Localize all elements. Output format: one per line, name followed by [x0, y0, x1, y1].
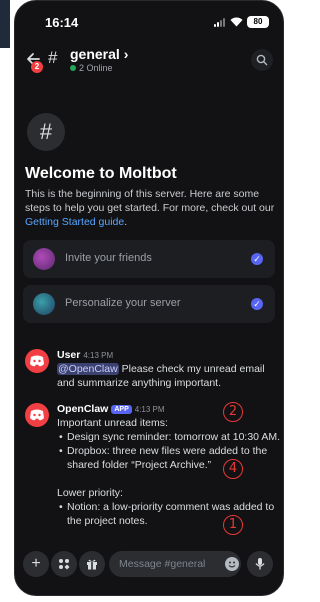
- message-list: Design sync reminder: tomorrow at 10:30 …: [57, 430, 283, 472]
- online-count: 2 Online: [79, 63, 113, 73]
- list-item: Notion: a low-priority comment was added…: [57, 500, 283, 528]
- battery-indicator: 80: [247, 16, 269, 28]
- unread-badge: 2: [31, 61, 43, 73]
- channel-icon: #: [27, 113, 65, 151]
- discord-logo-icon: [30, 355, 44, 367]
- author-name: User: [57, 349, 81, 361]
- cellular-signal-icon: [214, 18, 225, 27]
- annotation-mark: 4: [223, 459, 243, 479]
- user-avatar[interactable]: [25, 349, 49, 373]
- message-heading: Lower priority:: [57, 487, 123, 499]
- background-accent: [0, 0, 10, 48]
- microphone-icon: [255, 558, 265, 570]
- bot-avatar[interactable]: [25, 403, 49, 427]
- welcome-description: This is the beginning of this server. He…: [25, 187, 281, 229]
- author-name: OpenClaw: [57, 403, 109, 415]
- list-item: Design sync reminder: tomorrow at 10:30 …: [57, 430, 283, 444]
- plus-icon: +: [31, 555, 41, 572]
- message-list: Notion: a low-priority comment was added…: [57, 500, 283, 528]
- apps-icon: [59, 559, 70, 570]
- message-input[interactable]: [109, 551, 241, 577]
- user-mention[interactable]: @OpenClaw: [57, 363, 119, 375]
- personalize-server-label: Personalize your server: [65, 297, 181, 309]
- invite-friends-card[interactable]: Invite your friends ✓: [23, 240, 275, 278]
- channel-hash-icon: #: [48, 48, 58, 67]
- status-time: 16:14: [45, 15, 79, 30]
- message-author[interactable]: OpenClaw APP 4:13 PM: [57, 403, 165, 415]
- personalize-server-icon: [33, 293, 55, 315]
- gift-icon: [87, 559, 97, 570]
- invite-friends-label: Invite your friends: [65, 252, 152, 264]
- online-dot-icon: [70, 65, 76, 71]
- annotation-mark: 2: [223, 402, 243, 422]
- gift-button[interactable]: [79, 551, 105, 577]
- status-bar: 16:14 80: [15, 11, 283, 33]
- personalize-server-card[interactable]: Personalize your server ✓: [23, 285, 275, 323]
- welcome-description-end: .: [124, 216, 128, 228]
- check-icon: ✓: [251, 253, 263, 265]
- wifi-icon: [230, 17, 243, 27]
- check-icon: ✓: [251, 298, 263, 310]
- phone-screen: 16:14 80 2 # general › 2 Online # Welcom…: [14, 0, 284, 596]
- chevron-right-icon: ›: [123, 46, 129, 62]
- add-attachment-button[interactable]: +: [23, 551, 49, 577]
- channel-name[interactable]: general ›: [70, 46, 128, 62]
- online-status: 2 Online: [70, 63, 113, 73]
- channel-header: 2 # general › 2 Online: [15, 37, 283, 83]
- search-icon: [256, 54, 268, 66]
- microphone-button[interactable]: [247, 551, 273, 577]
- message-heading: Important unread items:: [57, 417, 168, 429]
- welcome-title: Welcome to Moltbot: [25, 165, 177, 182]
- message-body: @OpenClaw Please check my unread email a…: [57, 362, 283, 390]
- list-item: Dropbox: three new files were added to t…: [57, 444, 283, 472]
- app-tag-badge: APP: [111, 405, 132, 414]
- emoji-icon: [228, 561, 236, 568]
- message-timestamp: 4:13 PM: [83, 351, 114, 360]
- getting-started-link[interactable]: Getting Started guide: [25, 216, 124, 228]
- message-timestamp: 4:13 PM: [134, 405, 165, 414]
- welcome-description-text: This is the beginning of this server. He…: [25, 188, 275, 214]
- discord-logo-icon: [30, 409, 44, 421]
- channel-name-text: general: [70, 46, 120, 62]
- invite-friends-icon: [33, 248, 55, 270]
- message-author[interactable]: User 4:13 PM: [57, 349, 113, 361]
- annotation-mark: 1: [223, 515, 243, 535]
- message-body: Important unread items: Design sync remi…: [57, 416, 283, 528]
- message-composer: +: [15, 547, 283, 583]
- apps-button[interactable]: [51, 551, 77, 577]
- emoji-button[interactable]: [225, 557, 239, 571]
- search-button[interactable]: [251, 49, 273, 71]
